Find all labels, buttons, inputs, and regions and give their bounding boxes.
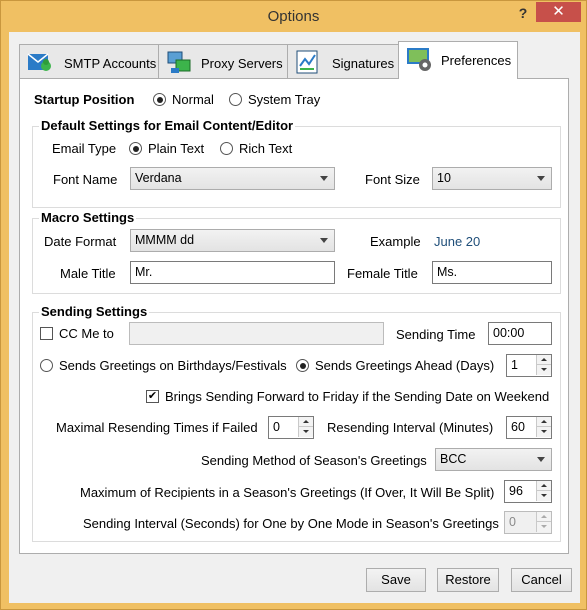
plain-text-label[interactable]: Plain Text (148, 141, 204, 156)
tab-signatures[interactable]: Signatures (287, 44, 399, 78)
tab-preferences[interactable]: Preferences (398, 41, 518, 79)
stepper-down-icon[interactable] (536, 365, 551, 375)
ahead-days-radio[interactable] (296, 359, 309, 372)
max-recipients-value: 96 (509, 484, 523, 498)
help-button[interactable]: ? (514, 5, 532, 25)
chevron-down-icon (320, 176, 328, 181)
male-title-label: Male Title (60, 266, 116, 281)
proxy-servers-icon (167, 51, 191, 73)
plain-text-radio[interactable] (129, 142, 142, 155)
ahead-days-value: 1 (511, 358, 518, 372)
on-birthdays-label[interactable]: Sends Greetings on Birthdays/Festivals (59, 358, 287, 373)
window-title: Options (267, 8, 320, 25)
method-value: BCC (440, 452, 467, 466)
dialog-client: SMTP Accounts Proxy Servers Signatures P… (9, 32, 580, 603)
stepper-down-icon[interactable] (536, 491, 551, 501)
ahead-days-stepper[interactable]: 1 (506, 354, 552, 377)
resend-interval-value: 60 (511, 420, 525, 434)
max-recipients-stepper[interactable]: 96 (504, 480, 552, 503)
title-bar: Options ? ✕ (1, 1, 586, 32)
stepper-down-icon (536, 522, 551, 532)
female-title-label: Female Title (347, 266, 418, 281)
font-size-value: 10 (437, 171, 451, 185)
max-resend-value: 0 (273, 420, 280, 434)
startup-normal-label[interactable]: Normal (172, 92, 214, 107)
friday-checkbox[interactable]: ✔ (146, 390, 159, 403)
sending-settings-title: Sending Settings (39, 304, 150, 319)
date-format-label: Date Format (44, 234, 117, 249)
startup-tray-label[interactable]: System Tray (248, 92, 320, 107)
font-size-select[interactable]: 10 (432, 167, 552, 190)
resend-interval-stepper[interactable]: 60 (506, 416, 552, 439)
stepper-up-icon[interactable] (536, 417, 551, 427)
female-title-value: Ms. (437, 265, 458, 279)
font-name-label: Font Name (53, 172, 118, 187)
sending-time-value: 00:00 (493, 326, 525, 340)
smtp-accounts-icon (27, 53, 51, 71)
max-recipients-label: Maximum of Recipients in a Season's Gree… (80, 485, 495, 500)
stepper-up-icon[interactable] (536, 355, 551, 365)
tab-label: SMTP Accounts (64, 56, 157, 71)
cc-me-label[interactable]: CC Me to (59, 326, 114, 341)
startup-position-label: Startup Position (34, 92, 135, 107)
interval-value: 0 (509, 515, 516, 529)
stepper-down-icon[interactable] (298, 427, 313, 437)
tab-proxy-servers[interactable]: Proxy Servers (158, 44, 288, 78)
default-settings-title: Default Settings for Email Content/Edito… (39, 118, 296, 133)
stepper-up-icon (536, 512, 551, 522)
macro-settings-title: Macro Settings (39, 210, 137, 225)
stepper-down-icon[interactable] (536, 427, 551, 437)
rich-text-radio[interactable] (220, 142, 233, 155)
save-button[interactable]: Save (366, 568, 426, 592)
startup-normal-radio[interactable] (153, 93, 166, 106)
preferences-panel: Startup Position Normal System Tray Defa… (19, 78, 569, 554)
on-birthdays-radio[interactable] (40, 359, 53, 372)
tab-strip: SMTP Accounts Proxy Servers Signatures P… (19, 41, 539, 79)
interval-label: Sending Interval (Seconds) for One by On… (83, 516, 499, 531)
cc-me-input[interactable] (129, 322, 384, 345)
rich-text-label[interactable]: Rich Text (239, 141, 292, 156)
male-title-input[interactable]: Mr. (130, 261, 335, 284)
sending-time-input[interactable]: 00:00 (488, 322, 552, 345)
interval-stepper[interactable]: 0 (504, 511, 552, 534)
ahead-days-label[interactable]: Sends Greetings Ahead (Days) (315, 358, 494, 373)
cancel-button[interactable]: Cancel (511, 568, 572, 592)
max-resend-stepper[interactable]: 0 (268, 416, 314, 439)
tab-label: Signatures (332, 56, 395, 71)
options-window: Options ? ✕ SMTP Accounts Proxy Servers … (0, 0, 587, 610)
email-type-label: Email Type (52, 141, 117, 156)
date-format-select[interactable]: MMMM dd (130, 229, 335, 252)
cc-me-checkbox[interactable] (40, 327, 53, 340)
font-name-value: Verdana (135, 171, 182, 185)
sending-time-label: Sending Time (396, 327, 476, 342)
friday-label[interactable]: Brings Sending Forward to Friday if the … (165, 389, 549, 404)
font-name-select[interactable]: Verdana (130, 167, 335, 190)
example-label: Example (370, 234, 421, 249)
startup-tray-radio[interactable] (229, 93, 242, 106)
method-label: Sending Method of Season's Greetings (201, 453, 427, 468)
restore-button[interactable]: Restore (437, 568, 499, 592)
tab-label: Preferences (441, 53, 512, 68)
chevron-down-icon (537, 457, 545, 462)
preferences-icon (407, 48, 431, 71)
tab-smtp-accounts[interactable]: SMTP Accounts (19, 44, 159, 78)
female-title-input[interactable]: Ms. (432, 261, 552, 284)
signatures-icon (296, 50, 318, 74)
chevron-down-icon (537, 176, 545, 181)
tab-label: Proxy Servers (201, 56, 283, 71)
example-value: June 20 (434, 234, 481, 249)
stepper-up-icon[interactable] (536, 481, 551, 491)
font-size-label: Font Size (365, 172, 420, 187)
chevron-down-icon (320, 238, 328, 243)
method-select[interactable]: BCC (435, 448, 552, 471)
resend-interval-label: Resending Interval (Minutes) (327, 420, 494, 435)
max-resend-label: Maximal Resending Times if Failed (56, 420, 258, 435)
stepper-up-icon[interactable] (298, 417, 313, 427)
male-title-value: Mr. (135, 265, 153, 279)
date-format-value: MMMM dd (135, 233, 195, 247)
close-button[interactable]: ✕ (536, 2, 581, 22)
